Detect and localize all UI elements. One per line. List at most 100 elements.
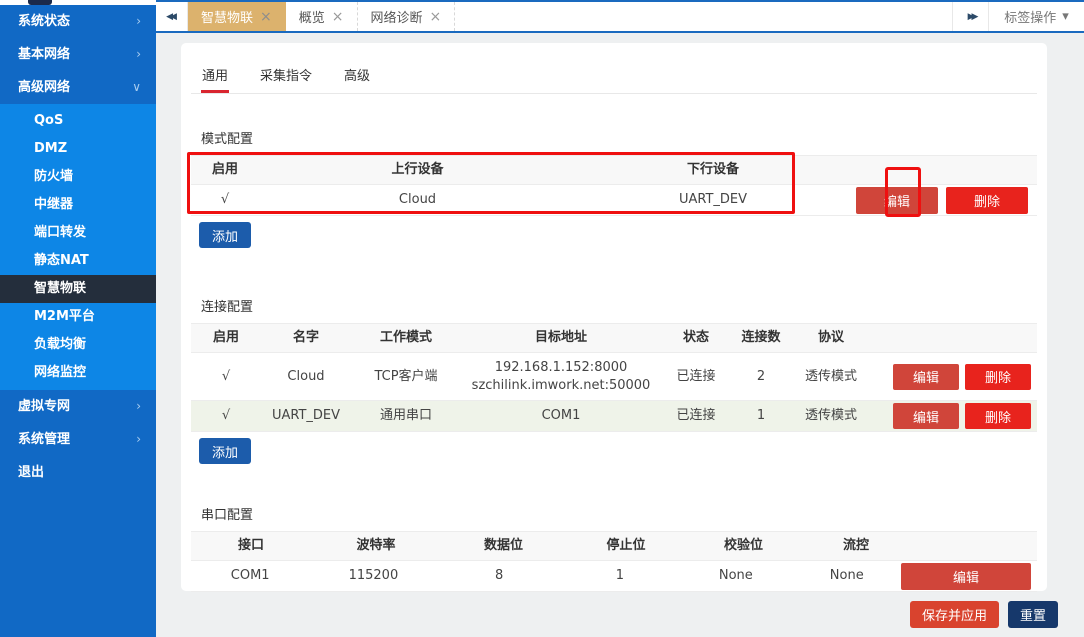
tab-scroll-left-icon[interactable]: ◀◀ bbox=[156, 2, 188, 31]
edit-button[interactable]: 编辑 bbox=[893, 364, 959, 390]
sidebar-item-logout[interactable]: 退出 bbox=[0, 456, 156, 489]
close-icon[interactable]: × bbox=[430, 9, 442, 25]
protocol: 透传模式 bbox=[791, 368, 871, 386]
target-address-line1: 192.168.1.152:8000 bbox=[461, 359, 661, 377]
col-header-flow-control: 流控 bbox=[801, 537, 911, 555]
sidebar-item-firewall[interactable]: 防火墙 bbox=[0, 163, 156, 191]
tab-advanced[interactable]: 高级 bbox=[343, 57, 371, 93]
edit-button[interactable]: 编辑 bbox=[856, 187, 938, 214]
sidebar-item-basic-network[interactable]: 基本网络 › bbox=[0, 38, 156, 71]
sidebar-item-load-balancing[interactable]: 负载均衡 bbox=[0, 331, 156, 359]
tab-actions-dropdown[interactable]: 标签操作 ▾ bbox=[988, 2, 1084, 31]
col-header-data-bits: 数据位 bbox=[441, 537, 566, 555]
row-actions: 编辑 删除 bbox=[871, 403, 1037, 429]
delete-button[interactable]: 删除 bbox=[946, 187, 1028, 214]
edit-button[interactable]: 编辑 bbox=[893, 403, 959, 429]
table-row: √ UART_DEV 通用串口 COM1 已连接 1 透传模式 编辑 删除 bbox=[191, 401, 1037, 432]
connection-name: Cloud bbox=[261, 368, 351, 386]
tab-label: 网络诊断 bbox=[371, 7, 423, 26]
baud-rate: 115200 bbox=[309, 567, 437, 585]
uplink-device: Cloud bbox=[259, 191, 576, 209]
tabbar-spacer bbox=[455, 2, 952, 31]
work-mode: 通用串口 bbox=[351, 407, 461, 425]
close-icon[interactable]: × bbox=[260, 9, 272, 25]
col-header-downlink: 下行设备 bbox=[576, 161, 850, 179]
mode-config-section: 模式配置 启用 上行设备 下行设备 √ Cloud UART_DEV bbox=[191, 128, 1037, 248]
mode-config-title: 模式配置 bbox=[191, 128, 1037, 147]
serial-port: COM1 bbox=[191, 567, 309, 585]
sidebar-submenu-advanced-network: QoS DMZ 防火墙 中继器 端口转发 静态NAT 智慧物联 M2M平台 负载… bbox=[0, 104, 156, 390]
col-header-uplink: 上行设备 bbox=[259, 161, 576, 179]
tab-label: 概览 bbox=[299, 7, 325, 26]
sidebar-item-label: 系统状态 bbox=[18, 5, 70, 38]
table-header-row: 接口 波特率 数据位 停止位 校验位 流控 bbox=[191, 531, 1037, 561]
sidebar-item-label: 基本网络 bbox=[18, 38, 70, 71]
enabled-checkmark: √ bbox=[191, 407, 261, 425]
status-badge: 已连接 bbox=[661, 368, 731, 386]
tab-collect-commands[interactable]: 采集指令 bbox=[259, 57, 313, 93]
col-header-status: 状态 bbox=[661, 329, 731, 347]
main-area: ◀◀ 智慧物联 × 概览 × 网络诊断 × ▶▶ 标签操作 ▾ 通用 采集指令 … bbox=[156, 0, 1084, 637]
save-and-apply-button[interactable]: 保存并应用 bbox=[910, 601, 999, 628]
target-address-line2: szchilink.imwork.net:50000 bbox=[461, 377, 661, 395]
sidebar-item-smart-iot[interactable]: 智慧物联 bbox=[0, 275, 156, 303]
col-header-enabled: 启用 bbox=[191, 329, 261, 347]
sidebar-item-label: 退出 bbox=[18, 456, 44, 489]
tab-actions-label: 标签操作 bbox=[1004, 7, 1056, 26]
connection-config-title: 连接配置 bbox=[191, 296, 1037, 315]
tab-smart-iot[interactable]: 智慧物联 × bbox=[188, 2, 286, 31]
sidebar-item-vpn[interactable]: 虚拟专网 › bbox=[0, 390, 156, 423]
edit-button[interactable]: 编辑 bbox=[901, 563, 1031, 590]
sidebar-item-port-forwarding[interactable]: 端口转发 bbox=[0, 219, 156, 247]
enabled-checkmark: √ bbox=[191, 368, 261, 386]
downlink-device: UART_DEV bbox=[576, 191, 850, 209]
serial-config-table: 接口 波特率 数据位 停止位 校验位 流控 COM1 115200 8 1 No… bbox=[191, 531, 1037, 592]
col-header-baud-rate: 波特率 bbox=[311, 537, 441, 555]
footer-actions: 保存并应用 重置 bbox=[181, 591, 1084, 637]
sidebar-item-repeater[interactable]: 中继器 bbox=[0, 191, 156, 219]
col-header-port: 接口 bbox=[191, 537, 311, 555]
connection-count: 2 bbox=[731, 368, 791, 386]
sidebar-item-static-nat[interactable]: 静态NAT bbox=[0, 247, 156, 275]
row-actions: 编辑 删除 bbox=[850, 187, 1037, 214]
delete-button[interactable]: 删除 bbox=[965, 403, 1031, 429]
col-header-name: 名字 bbox=[261, 329, 351, 347]
col-header-enabled: 启用 bbox=[191, 161, 259, 179]
connection-config-section: 连接配置 启用 名字 工作模式 目标地址 状态 连接数 协议 √ Clou bbox=[191, 296, 1037, 464]
col-header-stop-bits: 停止位 bbox=[566, 537, 686, 555]
mode-config-table: 启用 上行设备 下行设备 √ Cloud UART_DEV 编辑 删除 bbox=[191, 155, 1037, 216]
sidebar: 系统状态 › 基本网络 › 高级网络 ∨ QoS DMZ 防火墙 中继器 端口转… bbox=[0, 0, 156, 637]
sidebar-item-dmz[interactable]: DMZ bbox=[0, 135, 156, 163]
tab-scroll-right-icon[interactable]: ▶▶ bbox=[952, 2, 988, 31]
tab-overview[interactable]: 概览 × bbox=[286, 2, 358, 31]
sidebar-item-system-management[interactable]: 系统管理 › bbox=[0, 423, 156, 456]
tab-network-diagnostics[interactable]: 网络诊断 × bbox=[358, 2, 456, 31]
col-header-target-address: 目标地址 bbox=[461, 329, 661, 347]
row-actions: 编辑 bbox=[901, 563, 1037, 590]
add-connection-button[interactable]: 添加 bbox=[199, 438, 251, 464]
sidebar-item-label: 虚拟专网 bbox=[18, 390, 70, 423]
sidebar-item-network-monitor[interactable]: 网络监控 bbox=[0, 359, 156, 387]
delete-button[interactable]: 删除 bbox=[965, 364, 1031, 390]
close-icon[interactable]: × bbox=[332, 9, 344, 25]
reset-button[interactable]: 重置 bbox=[1008, 601, 1058, 628]
data-bits: 8 bbox=[438, 567, 561, 585]
sidebar-item-system-status[interactable]: 系统状态 › bbox=[0, 5, 156, 38]
table-header-row: 启用 名字 工作模式 目标地址 状态 连接数 协议 bbox=[191, 323, 1037, 353]
sidebar-item-advanced-network[interactable]: 高级网络 ∨ bbox=[0, 71, 156, 104]
chevron-right-icon: › bbox=[136, 38, 141, 71]
panel-tabs: 通用 采集指令 高级 bbox=[191, 57, 1037, 94]
content-area: 通用 采集指令 高级 模式配置 启用 上行设备 下行设备 bbox=[156, 33, 1084, 637]
connection-name: UART_DEV bbox=[261, 407, 351, 425]
flow-control: None bbox=[793, 567, 901, 585]
tab-general[interactable]: 通用 bbox=[201, 57, 229, 93]
logo-fragment bbox=[28, 0, 52, 5]
sidebar-item-qos[interactable]: QoS bbox=[0, 107, 156, 135]
add-mode-button[interactable]: 添加 bbox=[199, 222, 251, 248]
caret-down-icon: ▾ bbox=[1062, 9, 1069, 24]
target-address: 192.168.1.152:8000 szchilink.imwork.net:… bbox=[461, 359, 661, 394]
sidebar-logo-strip bbox=[0, 0, 156, 5]
sidebar-item-m2m-platform[interactable]: M2M平台 bbox=[0, 303, 156, 331]
col-header-protocol: 协议 bbox=[791, 329, 871, 347]
enabled-checkmark: √ bbox=[191, 191, 259, 209]
